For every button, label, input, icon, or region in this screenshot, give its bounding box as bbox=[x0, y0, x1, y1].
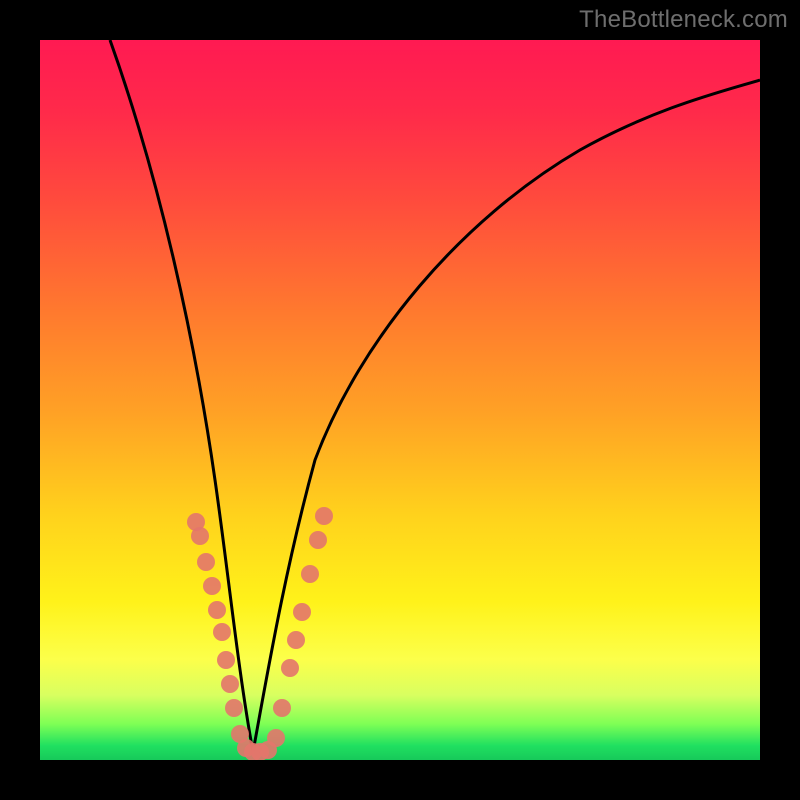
marker-dot bbox=[217, 651, 235, 669]
markers-group bbox=[187, 507, 333, 760]
watermark-text: TheBottleneck.com bbox=[579, 6, 788, 34]
chart-frame: TheBottleneck.com bbox=[0, 0, 800, 800]
marker-dot bbox=[267, 729, 285, 747]
marker-dot bbox=[225, 699, 243, 717]
curve-left-branch bbox=[110, 40, 253, 752]
marker-dot bbox=[203, 577, 221, 595]
plot-area bbox=[40, 40, 760, 760]
marker-dot bbox=[315, 507, 333, 525]
marker-dot bbox=[293, 603, 311, 621]
marker-dot bbox=[281, 659, 299, 677]
bottleneck-curve bbox=[40, 40, 760, 760]
marker-dot bbox=[287, 631, 305, 649]
curve-right-branch bbox=[253, 80, 760, 752]
marker-dot bbox=[197, 553, 215, 571]
marker-dot bbox=[208, 601, 226, 619]
marker-dot bbox=[273, 699, 291, 717]
marker-dot bbox=[309, 531, 327, 549]
marker-dot bbox=[301, 565, 319, 583]
marker-dot bbox=[191, 527, 209, 545]
marker-dot bbox=[221, 675, 239, 693]
marker-dot bbox=[213, 623, 231, 641]
